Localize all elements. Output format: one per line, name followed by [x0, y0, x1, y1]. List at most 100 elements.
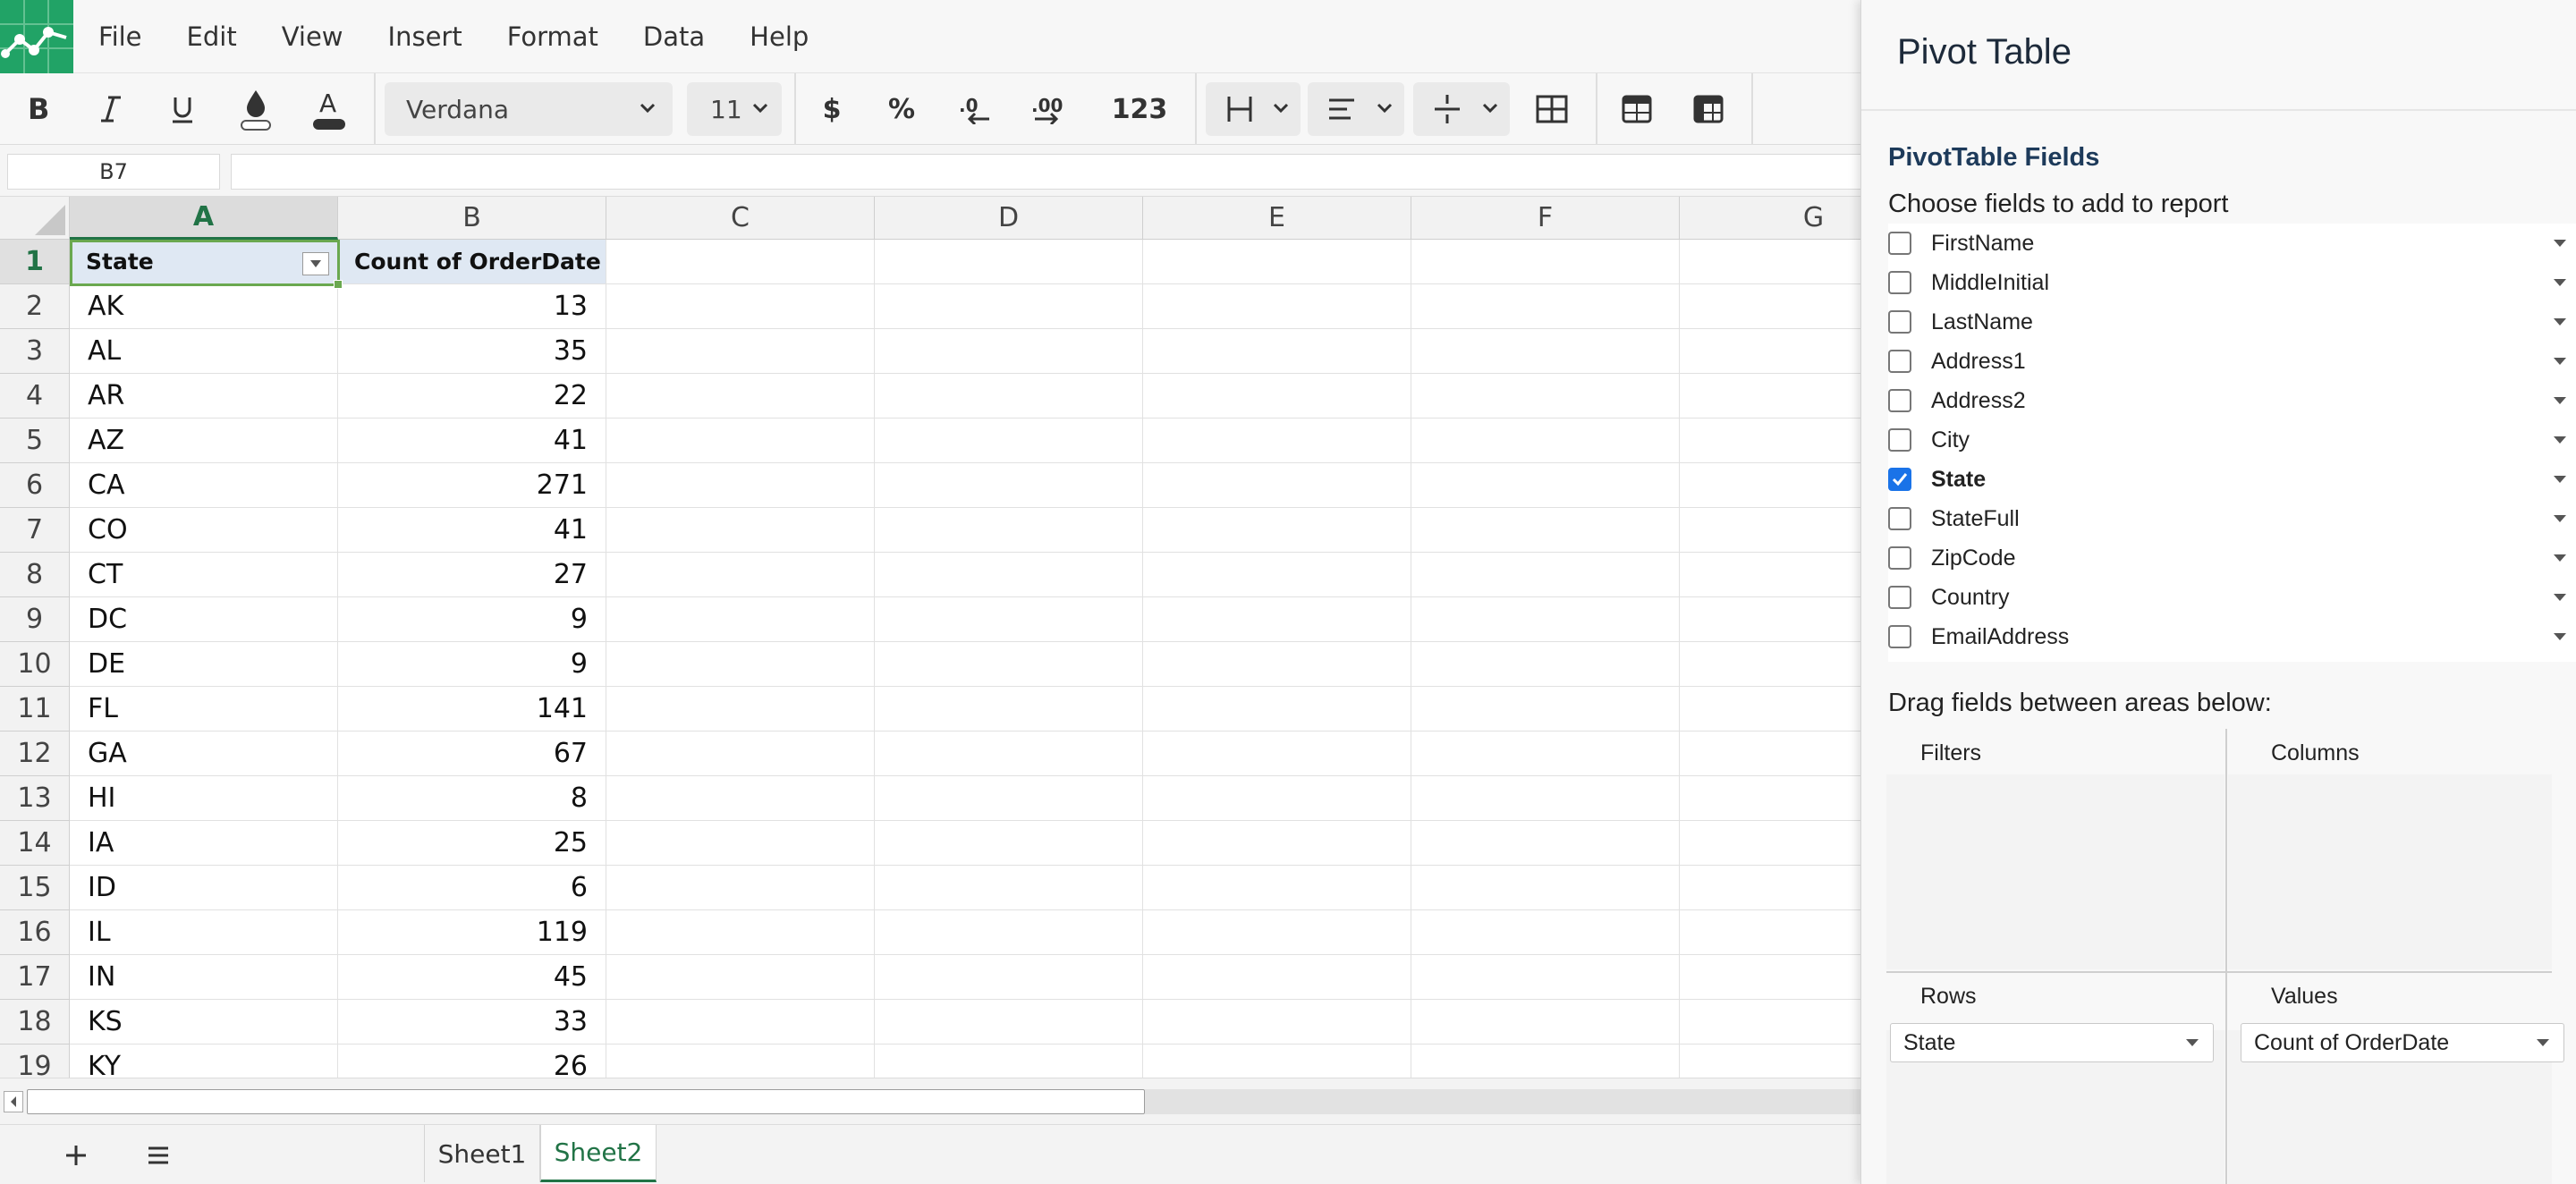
- cell-c15[interactable]: [606, 866, 875, 910]
- row-header[interactable]: 3: [0, 329, 70, 374]
- fill-color-button[interactable]: [231, 73, 281, 145]
- cell-d15[interactable]: [875, 866, 1143, 910]
- field-checkbox[interactable]: [1888, 546, 1911, 570]
- field-menu-caret-icon[interactable]: [2552, 275, 2568, 288]
- formula-input[interactable]: [231, 154, 1877, 190]
- field-menu-caret-icon[interactable]: [2552, 630, 2568, 642]
- field-menu-caret-icon[interactable]: [2552, 433, 2568, 445]
- column-header-f[interactable]: F: [1411, 197, 1680, 240]
- cell-g4[interactable]: [1680, 374, 1860, 419]
- cell-d5[interactable]: [875, 419, 1143, 463]
- cell-f17[interactable]: [1411, 955, 1680, 1000]
- pivot-field-address2[interactable]: Address2: [1888, 381, 2576, 420]
- cell-c4[interactable]: [606, 374, 875, 419]
- cell-g17[interactable]: [1680, 955, 1860, 1000]
- cell-d7[interactable]: [875, 508, 1143, 553]
- columns-drop-area[interactable]: [2228, 774, 2552, 969]
- cell-b8[interactable]: 27: [338, 553, 606, 597]
- cell-f18[interactable]: [1411, 1000, 1680, 1044]
- cell-d14[interactable]: [875, 821, 1143, 866]
- cell-g15[interactable]: [1680, 866, 1860, 910]
- cell-g7[interactable]: [1680, 508, 1860, 553]
- cell-e10[interactable]: [1143, 642, 1411, 687]
- pivot-field-firstname[interactable]: FirstName: [1888, 224, 2576, 263]
- cell-b12[interactable]: 67: [338, 732, 606, 776]
- cell-c17[interactable]: [606, 955, 875, 1000]
- cell-b19[interactable]: 26: [338, 1044, 606, 1078]
- cell-c8[interactable]: [606, 553, 875, 597]
- column-header-e[interactable]: E: [1143, 197, 1411, 240]
- cell-e7[interactable]: [1143, 508, 1411, 553]
- cell-b1[interactable]: Count of OrderDate: [338, 240, 606, 284]
- cell-a2[interactable]: AK: [70, 284, 338, 329]
- field-menu-caret-icon[interactable]: [2552, 354, 2568, 367]
- cell-d17[interactable]: [875, 955, 1143, 1000]
- pivot-field-zipcode[interactable]: ZipCode: [1888, 538, 2576, 578]
- cell-b6[interactable]: 271: [338, 463, 606, 508]
- cell-e17[interactable]: [1143, 955, 1411, 1000]
- row-header[interactable]: 8: [0, 553, 70, 597]
- pivot-field-country[interactable]: Country: [1888, 578, 2576, 617]
- cell-e15[interactable]: [1143, 866, 1411, 910]
- add-sheet-button[interactable]: [45, 1125, 107, 1184]
- row-header[interactable]: 12: [0, 732, 70, 776]
- row-header[interactable]: 4: [0, 374, 70, 419]
- cell-b16[interactable]: 119: [338, 910, 606, 955]
- cell-g16[interactable]: [1680, 910, 1860, 955]
- cell-d6[interactable]: [875, 463, 1143, 508]
- cell-f19[interactable]: [1411, 1044, 1680, 1078]
- row-header[interactable]: 19: [0, 1044, 70, 1078]
- cell-b15[interactable]: 6: [338, 866, 606, 910]
- cell-a19[interactable]: KY: [70, 1044, 338, 1078]
- cell-e2[interactable]: [1143, 284, 1411, 329]
- text-color-button[interactable]: A: [304, 73, 354, 145]
- italic-button[interactable]: [86, 73, 136, 145]
- bold-button[interactable]: B: [13, 73, 63, 145]
- currency-format-button[interactable]: $: [805, 73, 859, 145]
- field-menu-caret-icon[interactable]: [2552, 590, 2568, 603]
- cell-d9[interactable]: [875, 597, 1143, 642]
- cell-d1[interactable]: [875, 240, 1143, 284]
- cell-c12[interactable]: [606, 732, 875, 776]
- cell-e1[interactable]: [1143, 240, 1411, 284]
- cell-a18[interactable]: KS: [70, 1000, 338, 1044]
- cell-c9[interactable]: [606, 597, 875, 642]
- menu-edit[interactable]: Edit: [187, 21, 237, 52]
- field-checkbox[interactable]: [1888, 428, 1911, 452]
- cell-c11[interactable]: [606, 687, 875, 732]
- cell-g10[interactable]: [1680, 642, 1860, 687]
- row-header[interactable]: 2: [0, 284, 70, 329]
- cell-e8[interactable]: [1143, 553, 1411, 597]
- cell-g2[interactable]: [1680, 284, 1860, 329]
- cell-c18[interactable]: [606, 1000, 875, 1044]
- cell-b2[interactable]: 13: [338, 284, 606, 329]
- column-header-c[interactable]: C: [606, 197, 875, 240]
- cell-a12[interactable]: GA: [70, 732, 338, 776]
- font-family-select[interactable]: Verdana: [385, 82, 673, 136]
- cell-c6[interactable]: [606, 463, 875, 508]
- sheet-tab-sheet1[interactable]: Sheet1: [424, 1125, 540, 1182]
- cell-g19[interactable]: [1680, 1044, 1860, 1078]
- vertical-align-select[interactable]: [1413, 82, 1510, 136]
- underline-button[interactable]: [157, 73, 208, 145]
- cell-d13[interactable]: [875, 776, 1143, 821]
- cell-a10[interactable]: DE: [70, 642, 338, 687]
- cell-c13[interactable]: [606, 776, 875, 821]
- cell-b3[interactable]: 35: [338, 329, 606, 374]
- cell-a11[interactable]: FL: [70, 687, 338, 732]
- cell-b10[interactable]: 9: [338, 642, 606, 687]
- filter-dropdown-button[interactable]: [302, 252, 329, 275]
- cell-e11[interactable]: [1143, 687, 1411, 732]
- cell-c16[interactable]: [606, 910, 875, 955]
- cell-a15[interactable]: ID: [70, 866, 338, 910]
- cell-b13[interactable]: 8: [338, 776, 606, 821]
- cell-g5[interactable]: [1680, 419, 1860, 463]
- pivot-field-list[interactable]: FirstName MiddleInitial LastName Address1 Ad…: [1888, 224, 2576, 662]
- merge-cells-button[interactable]: [1521, 73, 1583, 145]
- cell-e16[interactable]: [1143, 910, 1411, 955]
- cell-g1[interactable]: [1680, 240, 1860, 284]
- row-header[interactable]: 5: [0, 419, 70, 463]
- cell-d2[interactable]: [875, 284, 1143, 329]
- filters-drop-area[interactable]: [1886, 774, 2224, 969]
- insert-pivot-table-button[interactable]: [1678, 73, 1739, 145]
